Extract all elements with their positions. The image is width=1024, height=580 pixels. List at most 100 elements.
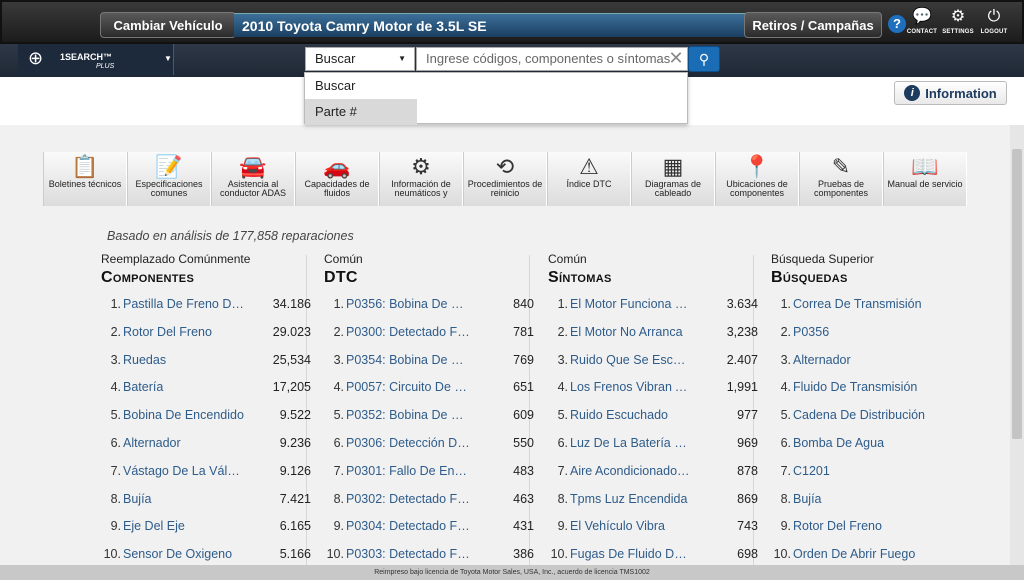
onesearch-brand: 1SEARCH™: [60, 52, 113, 62]
rank-number: 4.: [557, 380, 568, 395]
rank-number: 2.: [780, 324, 791, 339]
item-link[interactable]: P0356: Bobina De Encendido: [346, 291, 470, 319]
item-link[interactable]: P0354: Bobina De Encendido: [346, 347, 470, 375]
tool-tires[interactable]: ⚙ Información de neumáticos y: [379, 152, 463, 206]
tool-wiring[interactable]: ▦ Diagramas de cableado: [631, 152, 715, 206]
ranked-list: 1.El Motor Funciona Con Fallos3.6342.El …: [548, 291, 758, 569]
item-link[interactable]: Bujía: [123, 486, 245, 514]
logout-button[interactable]: ⏻ LOGOUT: [976, 8, 1012, 40]
item-link[interactable]: El Vehículo Vibra: [570, 513, 692, 541]
item-link[interactable]: P0356: [793, 319, 983, 347]
item-link[interactable]: El Motor Funciona Con Fallos: [570, 291, 692, 319]
change-vehicle-button[interactable]: Cambiar Vehículo: [100, 12, 236, 38]
scrollbar-thumb[interactable]: [1012, 149, 1022, 439]
onesearch-menu[interactable]: ⊕ 1SEARCH™ PLUS ▼: [18, 44, 174, 75]
item-link[interactable]: Tpms Luz Encendida: [570, 486, 692, 514]
search-button[interactable]: ⚲: [688, 46, 720, 72]
list-item: 3.P0354: Bobina De Encendido 769: [324, 347, 534, 375]
item-link[interactable]: Bujía: [793, 486, 983, 514]
manual-icon: 📖: [911, 154, 939, 179]
rank-number: 7.: [110, 463, 121, 478]
logout-icon: ⏻: [987, 8, 1001, 25]
item-link[interactable]: Pastilla De Freno De Disco: [123, 291, 245, 319]
item-link[interactable]: Aire Acondicionado Inoperante: [570, 458, 692, 486]
item-link[interactable]: Ruido Escuchado: [570, 402, 692, 430]
item-link[interactable]: Cadena De Distribución: [793, 402, 983, 430]
rank-number: 1.: [333, 297, 344, 311]
tool-dtc[interactable]: ⚠ Índice DTC: [547, 152, 631, 206]
tool-tsb[interactable]: 📋 Boletines técnicos: [43, 152, 127, 206]
rank-number: 1.: [780, 297, 791, 311]
item-link[interactable]: P0302: Detectado Fallo: [346, 486, 470, 514]
rank-number: 8.: [780, 491, 791, 506]
rank-number: 4.: [333, 380, 344, 395]
item-link[interactable]: C1201: [793, 458, 983, 486]
chevron-down-icon: ▼: [164, 54, 172, 63]
item-link[interactable]: P0352: Bobina De Encendido: [346, 402, 470, 430]
item-link[interactable]: Fluido De Transmisión: [793, 374, 983, 402]
clear-icon[interactable]: ✕: [666, 47, 686, 71]
item-count: 34.186: [272, 297, 311, 311]
item-link[interactable]: Eje Del Eje: [123, 513, 245, 541]
item-link[interactable]: Alternador: [123, 430, 245, 458]
recalls-button[interactable]: Retiros / Campañas: [744, 12, 882, 38]
list-item: 1.P0356: Bobina De Encendido 840: [324, 291, 534, 319]
item-count: 6.165: [279, 519, 311, 534]
item-link[interactable]: Vástago De La Válvula: [123, 458, 245, 486]
rank-number: 3.: [780, 352, 791, 367]
item-link[interactable]: Rotor Del Freno: [123, 319, 245, 347]
list-item: 6.P0306: Detección De Fallo 550: [324, 430, 534, 458]
tool-locations[interactable]: 📍 Ubicaciones de componentes: [715, 152, 799, 206]
components-column: Reemplazado Comúnmente Componentes 1. Pas…: [101, 252, 311, 569]
scrollbar[interactable]: [1010, 125, 1024, 565]
menu-option-buscar[interactable]: Buscar: [305, 73, 417, 99]
rank-number: 1.: [557, 297, 568, 311]
location-icon: 📍: [743, 154, 771, 179]
tool-tests[interactable]: ✎ Pruebas de componentes: [799, 152, 883, 206]
item-count: 483: [513, 463, 534, 478]
tool-reset[interactable]: ⟲ Procedimientos de reinicio: [463, 152, 547, 206]
item-link[interactable]: Rotor Del Freno: [793, 513, 983, 541]
item-link[interactable]: Bobina De Encendido: [123, 402, 245, 430]
item-link[interactable]: P0300: Detectado Fallo: [346, 319, 470, 347]
rank-number: 6.: [557, 435, 568, 450]
list-item: 3. Ruido Que Se Escucha 2.407: [548, 347, 758, 375]
item-link[interactable]: P0057: Circuito De Control: [346, 374, 470, 402]
tool-label: Boletines técnicos: [48, 179, 122, 189]
item-link[interactable]: P0301: Fallo De Encendido: [346, 458, 470, 486]
item-link[interactable]: Los Frenos Vibran Al Frenar: [570, 374, 692, 402]
tool-adas[interactable]: 🚘 Asistencia al conductor ADAS: [211, 152, 295, 206]
column-subtitle: Reemplazado Comúnmente: [101, 252, 251, 266]
tool-label: Ubicaciones de componentes: [726, 179, 788, 198]
item-link[interactable]: Alternador: [793, 347, 983, 375]
item-count: 17,205: [272, 380, 311, 395]
item-link[interactable]: P0304: Detectado Fallo: [346, 513, 470, 541]
contact-button[interactable]: 💬 CONTACT: [904, 8, 940, 40]
rank-number: 1.: [110, 297, 121, 311]
item-link[interactable]: Ruido Que Se Escucha: [570, 347, 692, 375]
item-link[interactable]: Batería: [123, 374, 245, 402]
item-link[interactable]: P0306: Detección De Fallo: [346, 430, 470, 458]
item-link[interactable]: Luz De La Batería Encendida: [570, 430, 692, 458]
item-link[interactable]: Correa De Transmisión: [793, 291, 983, 319]
tool-fluids[interactable]: 🚗 Capacidades de fluidos: [295, 152, 379, 206]
search-input[interactable]: Ingrese códigos, componentes o síntomas: [416, 47, 688, 71]
tool-specs[interactable]: 📝 Especificaciones comunes: [127, 152, 211, 206]
item-count: 878: [737, 463, 758, 478]
tool-manual[interactable]: 📖 Manual de servicio: [883, 152, 967, 206]
item-link[interactable]: Ruedas: [123, 347, 245, 375]
tool-label: Índice DTC: [566, 179, 612, 189]
item-link[interactable]: El Motor No Arranca: [570, 319, 692, 347]
menu-option-parte[interactable]: Parte #: [305, 99, 417, 125]
information-label: Information: [925, 85, 997, 101]
tsb-icon: 📋: [71, 154, 99, 179]
column-title: Búsquedas: [771, 269, 848, 286]
symptoms-column: Común Síntomas 1.El Motor Funciona Con F…: [548, 252, 758, 569]
item-link[interactable]: Bomba De Agua: [793, 430, 983, 458]
search-type-select[interactable]: Buscar ▼: [305, 47, 415, 71]
search-type-value: Buscar: [315, 51, 356, 66]
settings-button[interactable]: ⚙ SETTINGS: [940, 8, 976, 40]
item-count: 9.522: [279, 408, 311, 423]
information-button[interactable]: i Information: [894, 81, 1007, 105]
rank-number: 5.: [110, 408, 121, 423]
